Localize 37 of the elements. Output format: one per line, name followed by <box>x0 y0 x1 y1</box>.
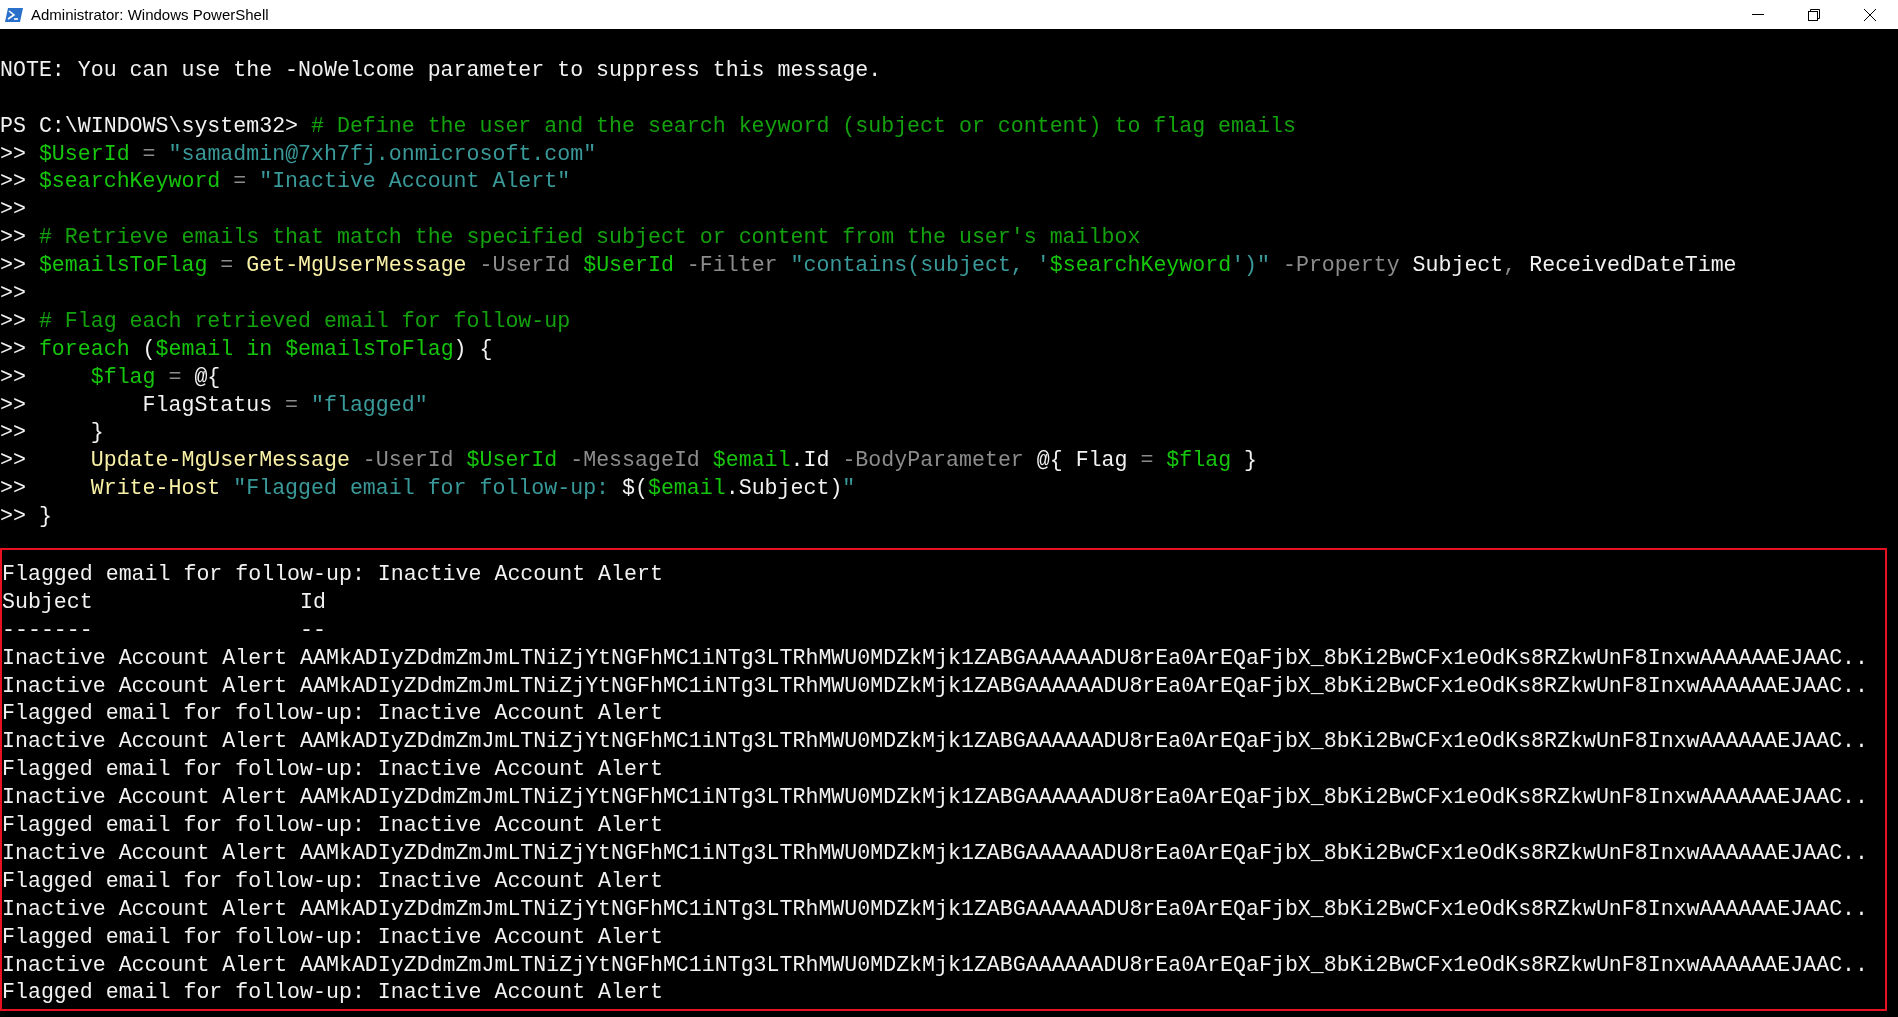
console-line: >> $UserId = "samadmin@7xh7fj.onmicrosoft.com" <box>0 140 598 168</box>
output-line: Inactive Account Alert AAMkADIyZDdmZmJmLTNiZjYtNGFhMC1iNTg3LTRhMWU0MDZkMjk1ZABGAAAAAADU8rEa0ArEQaFjbX_8bKi2BwCFx1eOdKs8RZkwUnF8InxwAAAAAAEJAAC.. <box>2 951 1869 979</box>
output-line: Subject Id <box>2 588 327 616</box>
output-line: Flagged email for follow-up: Inactive Account Alert <box>2 923 664 951</box>
output-line: Inactive Account Alert AAMkADIyZDdmZmJmLTNiZjYtNGFhMC1iNTg3LTRhMWU0MDZkMjk1ZABGAAAAAADU8rEa0ArEQaFjbX_8bKi2BwCFx1eOdKs8RZkwUnF8InxwAAAAAAEJAAC.. <box>2 672 1869 700</box>
powershell-icon <box>5 6 23 23</box>
output-line: Flagged email for follow-up: Inactive Account Alert <box>2 812 664 840</box>
window-title: Administrator: Windows PowerShell <box>31 6 270 23</box>
output-line: Inactive Account Alert AAMkADIyZDdmZmJmLTNiZjYtNGFhMC1iNTg3LTRhMWU0MDZkMjk1ZABGAAAAAADU8rEa0ArEQaFjbX_8bKi2BwCFx1eOdKs8RZkwUnF8InxwAAAAAAEJAAC.. <box>2 644 1869 672</box>
output-line: Inactive Account Alert AAMkADIyZDdmZmJmLTNiZjYtNGFhMC1iNTg3LTRhMWU0MDZkMjk1ZABGAAAAAADU8rEa0ArEQaFjbX_8bKi2BwCFx1eOdKs8RZkwUnF8InxwAAAAAAEJAAC.. <box>2 784 1869 812</box>
output-line: Inactive Account Alert AAMkADIyZDdmZmJmLTNiZjYtNGFhMC1iNTg3LTRhMWU0MDZkMjk1ZABGAAAAAADU8rEa0ArEQaFjbX_8bKi2BwCFx1eOdKs8RZkwUnF8InxwAAAAAAEJAAC.. <box>2 728 1869 756</box>
console-line: >> $flag = @{ <box>0 363 222 391</box>
console-line: >> $emailsToFlag = Get-MgUserMessage -UserId $UserId -Filter "contains(subject, '$searchKeyword')" -Property Subject, ReceivedDateTime <box>0 252 1738 280</box>
console-line: >> Update-MgUserMessage -UserId $UserId -MessageId $email.Id -BodyParameter @{ Flag = $flag } <box>0 447 1259 475</box>
console-line: >> Write-Host "Flagged email for follow-up: $($email.Subject)" <box>0 475 857 503</box>
console-line: >> FlagStatus = "flagged" <box>0 391 429 419</box>
console-line: >> # Retrieve emails that match the specified subject or content from the user's mailbox <box>0 224 1142 252</box>
console-line: >> <box>0 280 27 307</box>
console-line: >> } <box>0 503 53 531</box>
console-line: >> $searchKeyword = "Inactive Account Alert" <box>0 168 572 196</box>
output-line: Flagged email for follow-up: Inactive Account Alert <box>2 756 664 784</box>
console-line: >> # Flag each retrieved email for follow-up <box>0 307 572 335</box>
output-line: Flagged email for follow-up: Inactive Account Alert <box>2 979 664 1007</box>
output-line: Flagged email for follow-up: Inactive Account Alert <box>2 700 664 728</box>
console-line: >> foreach ($email in $emailsToFlag) { <box>0 335 494 363</box>
output-line: Flagged email for follow-up: Inactive Account Alert <box>2 867 664 895</box>
output-line: Inactive Account Alert AAMkADIyZDdmZmJmLTNiZjYtNGFhMC1iNTg3LTRhMWU0MDZkMjk1ZABGAAAAAADU8rEa0ArEQaFjbX_8bKi2BwCFx1eOdKs8RZkwUnF8InxwAAAAAAEJAAC.. <box>2 839 1869 867</box>
console-line: NOTE: You can use the -NoWelcome parameter to suppress this message. <box>0 56 883 84</box>
minimize-icon <box>1751 14 1765 15</box>
restore-icon <box>1807 7 1821 22</box>
output-line: Inactive Account Alert AAMkADIyZDdmZmJmLTNiZjYtNGFhMC1iNTg3LTRhMWU0MDZkMjk1ZABGAAAAAADU8rEa0ArEQaFjbX_8bKi2BwCFx1eOdKs8RZkwUnF8InxwAAAAAAEJAAC.. <box>2 895 1869 923</box>
output-line: ------- -- <box>2 616 327 644</box>
console-line: >> } <box>0 419 105 447</box>
console-line: >> <box>0 196 27 224</box>
close-icon <box>1863 7 1877 22</box>
output-line: Flagged email for follow-up: Inactive Account Alert <box>2 561 664 589</box>
console-line: PS C:\WINDOWS\system32> # Define the user and the search keyword (subject or content) to flag emails <box>0 112 1297 140</box>
